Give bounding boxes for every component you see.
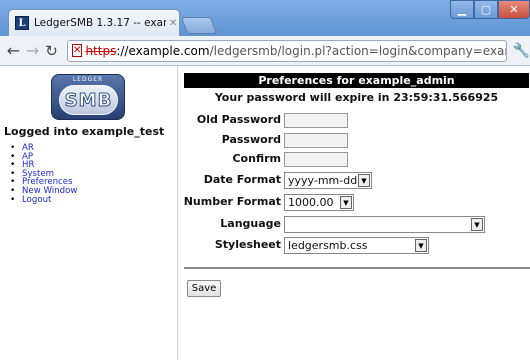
chevron-down-icon: ▼ xyxy=(358,174,370,187)
divider xyxy=(184,267,530,269)
browser-titlebar: L LedgerSMB 1.3.17 -- example_ ✕ ▁ ▢ ✕ xyxy=(0,0,530,36)
tab-title: LedgerSMB 1.3.17 -- example_ xyxy=(34,17,166,29)
language-label: Language xyxy=(220,217,281,230)
chevron-down-icon: ▼ xyxy=(415,239,427,252)
preferences-form: Preferences for example_admin Your passw… xyxy=(184,66,530,360)
maximize-button[interactable]: ▢ xyxy=(474,0,498,19)
logo-big-text: SMB xyxy=(64,89,113,111)
ledgersmb-favicon-icon: L xyxy=(15,16,29,30)
page-content: LEDGER SMB Logged into example_test AR A… xyxy=(0,66,530,360)
close-tab-icon[interactable]: ✕ xyxy=(169,18,177,29)
confirm-password-field[interactable] xyxy=(284,152,348,167)
logo-small-text: LEDGER xyxy=(72,76,104,83)
number-format-value: 1000.00 xyxy=(288,196,334,209)
url-path: /ledgersmb/login.pl?action=login&company… xyxy=(209,43,506,58)
minimize-button[interactable]: ▁ xyxy=(450,0,474,19)
password-expiry-notice: Your password will expire in 23:59:31.56… xyxy=(214,91,499,104)
chevron-down-icon: ▼ xyxy=(471,218,483,231)
stylesheet-label: Stylesheet xyxy=(214,238,281,251)
sidebar-link-logout[interactable]: Logout xyxy=(22,195,51,205)
date-format-value: yyyy-mm-dd xyxy=(288,174,358,187)
date-format-label: Date Format xyxy=(203,173,281,186)
password-label: Password xyxy=(221,133,281,146)
wrench-icon[interactable]: 🔧 xyxy=(513,43,530,59)
sidebar-item-ap[interactable]: AP xyxy=(10,152,77,162)
confirm-label: Confirm xyxy=(232,152,281,165)
new-tab-button[interactable] xyxy=(180,17,218,34)
chevron-down-icon: ▼ xyxy=(340,196,352,209)
forward-arrow-icon[interactable]: → xyxy=(23,41,42,60)
logo-pill: SMB xyxy=(59,85,118,115)
sidebar-item-logout[interactable]: Logout xyxy=(10,195,77,205)
logged-in-label: Logged into example_test xyxy=(4,125,165,138)
url-host: ://example.com xyxy=(116,43,210,58)
password-field[interactable] xyxy=(284,133,348,148)
language-select[interactable]: ▼ xyxy=(284,216,485,233)
date-format-select[interactable]: yyyy-mm-dd ▼ xyxy=(284,172,372,189)
old-password-field[interactable] xyxy=(284,113,348,128)
sidebar-item-ar[interactable]: AR xyxy=(10,144,77,153)
reload-icon[interactable]: ↻ xyxy=(42,42,61,60)
url-scheme: https xyxy=(85,43,117,58)
stylesheet-value: ledgersmb.css xyxy=(288,239,368,252)
sidebar-menu: AR AP HR System Preferences New Window L… xyxy=(10,144,77,204)
number-format-select[interactable]: 1000.00 ▼ xyxy=(284,194,354,211)
back-arrow-icon[interactable]: ← xyxy=(4,41,23,60)
page-title: Preferences for example_admin xyxy=(184,73,529,88)
broken-lock-icon[interactable]: ✕ xyxy=(72,44,83,57)
sidebar: LEDGER SMB Logged into example_test AR A… xyxy=(0,66,178,360)
old-password-label: Old Password xyxy=(196,113,281,126)
number-format-label: Number Format xyxy=(183,195,281,208)
close-window-button[interactable]: ✕ xyxy=(498,0,530,19)
address-bar[interactable]: ✕ https://example.com/ledgersmb/login.pl… xyxy=(67,39,507,62)
browser-tab[interactable]: L LedgerSMB 1.3.17 -- example_ ✕ xyxy=(8,9,180,36)
stylesheet-select[interactable]: ledgersmb.css ▼ xyxy=(284,237,429,254)
browser-toolbar: ← → ↻ ✕ https://example.com/ledgersmb/lo… xyxy=(0,36,530,66)
save-button[interactable]: Save xyxy=(187,280,221,297)
ledgersmb-logo: LEDGER SMB xyxy=(51,74,125,120)
